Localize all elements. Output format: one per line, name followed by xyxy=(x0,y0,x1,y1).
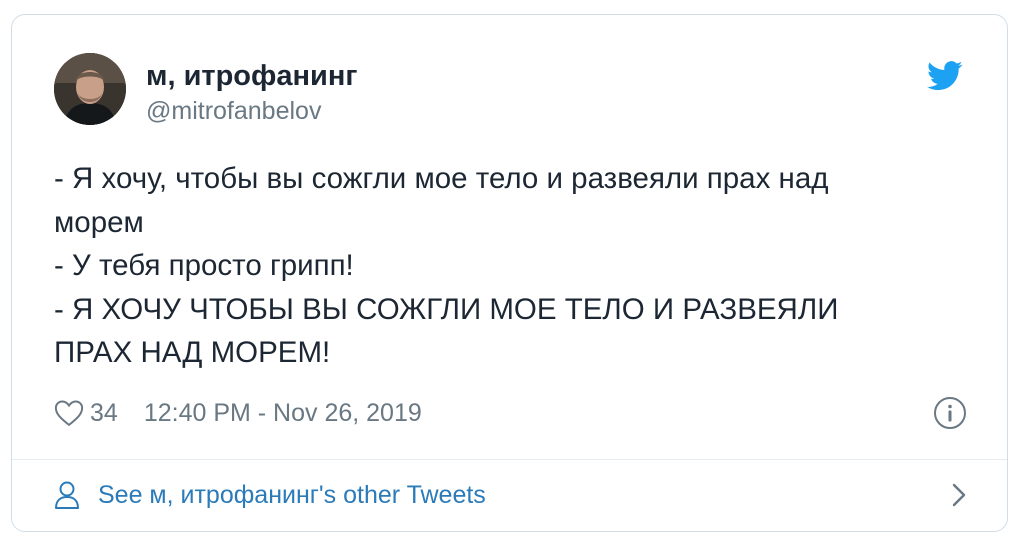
author-info: м, итрофанинг @mitrofanbelov xyxy=(146,59,357,127)
footer-divider xyxy=(12,459,1007,460)
author-handle[interactable]: @mitrofanbelov xyxy=(146,95,357,127)
avatar-photo xyxy=(54,53,126,125)
tweet-timestamp[interactable]: 12:40 PM - Nov 26, 2019 xyxy=(144,399,422,428)
info-icon[interactable] xyxy=(933,396,967,430)
other-tweets-label[interactable]: See м, итрофанинг's other Tweets xyxy=(98,481,486,510)
heart-icon[interactable] xyxy=(54,399,84,427)
other-tweets-link[interactable]: See м, итрофанинг's other Tweets xyxy=(54,473,967,517)
tweet-card: м, итрофанинг @mitrofanbelov - Я хочу, ч… xyxy=(11,14,1008,532)
twitter-bird-icon[interactable] xyxy=(927,61,963,91)
person-icon xyxy=(55,481,79,509)
author-display-name[interactable]: м, итрофанинг xyxy=(146,59,357,93)
chevron-right-icon[interactable] xyxy=(951,481,967,509)
tweet-meta: 34 12:40 PM - Nov 26, 2019 xyxy=(54,395,967,431)
like-count[interactable]: 34 xyxy=(90,399,118,428)
avatar[interactable] xyxy=(54,53,126,125)
tweet-header: м, итрофанинг @mitrofanbelov xyxy=(54,53,967,129)
tweet-text: - Я хочу, чтобы вы сожгли мое тело и раз… xyxy=(54,162,839,369)
